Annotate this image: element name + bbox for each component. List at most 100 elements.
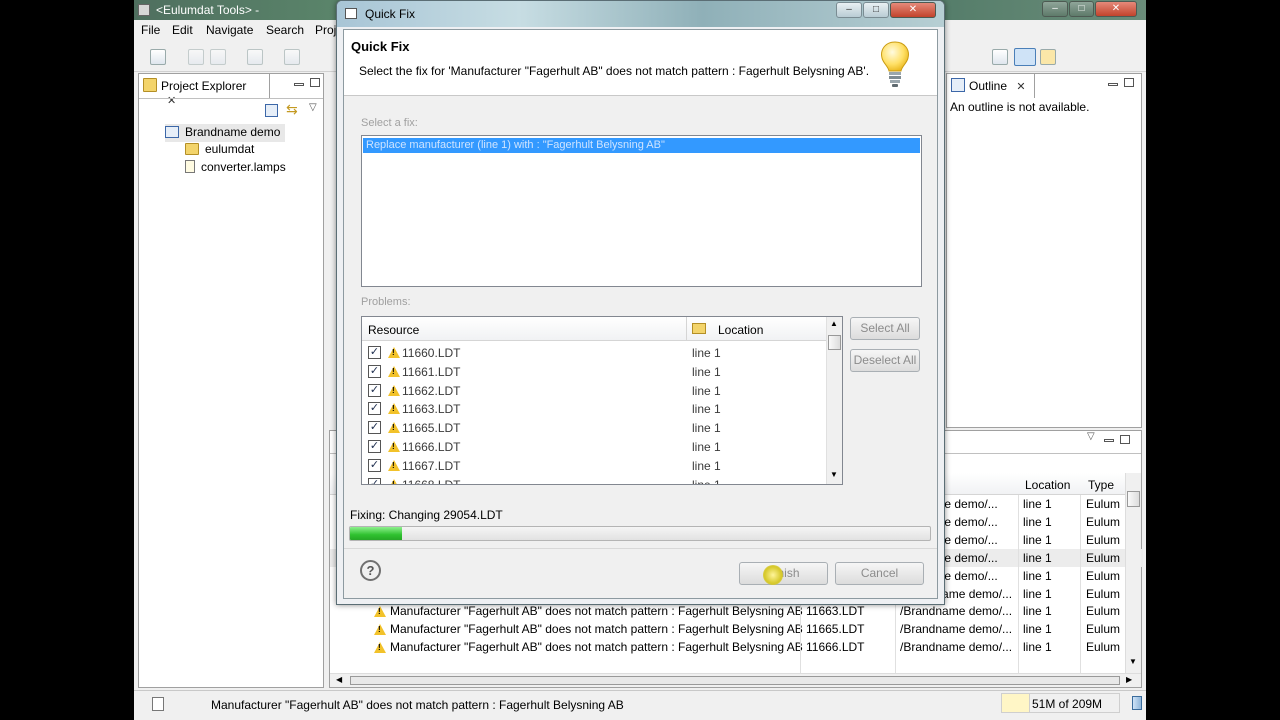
problem-list-row[interactable]: Manufacturer "Fagerhult AB" does not mat… <box>330 620 1143 638</box>
eulumdat-perspective-icon[interactable] <box>1040 49 1056 65</box>
minimize-view-icon[interactable] <box>1108 83 1118 86</box>
problems-table-scrollbar[interactable]: ▲ ▼ <box>826 317 842 484</box>
header-location[interactable]: Location <box>718 323 763 337</box>
menu-project[interactable]: Proj <box>315 23 336 37</box>
close-button[interactable]: ✕ <box>1095 1 1137 17</box>
maximize-view-icon[interactable] <box>310 78 320 87</box>
select-all-button[interactable]: Select All <box>850 317 920 340</box>
header-location[interactable]: Location <box>1025 478 1070 492</box>
finish-button[interactable]: Finish <box>739 562 828 585</box>
print-icon[interactable] <box>210 49 226 65</box>
deselect-all-button[interactable]: Deselect All <box>850 349 920 372</box>
scroll-thumb[interactable] <box>828 335 841 350</box>
maximize-button[interactable]: □ <box>1069 1 1094 17</box>
status-bar: Manufacturer "Fagerhult AB" does not mat… <box>134 690 1146 720</box>
navigate-back-icon[interactable] <box>247 49 263 65</box>
tree-item-folder[interactable]: eulumdat <box>185 142 254 156</box>
view-menu-icon[interactable]: ▽ <box>1087 431 1095 442</box>
scroll-thumb[interactable] <box>350 676 1120 685</box>
dialog-heading: Quick Fix <box>351 39 410 54</box>
problem-checkbox[interactable]: ✓ <box>368 421 381 435</box>
maximize-view-icon[interactable] <box>1120 435 1130 444</box>
warning-icon <box>388 440 400 454</box>
problem-checkbox[interactable]: ✓ <box>368 364 381 378</box>
divider <box>344 548 937 549</box>
problem-row[interactable]: ✓ 11662.LDT line 1 <box>362 381 827 400</box>
new-wizard-icon[interactable] <box>150 49 166 65</box>
problems-table: Resource Location ✓ 11660.LDT line 1 ✓ 11661… <box>361 316 843 485</box>
problem-checkbox[interactable]: ✓ <box>368 346 381 359</box>
collapse-all-icon[interactable] <box>265 104 278 117</box>
tab-outline[interactable]: Outline ✕ <box>947 74 1035 98</box>
dialog-close-button[interactable]: ✕ <box>890 2 936 18</box>
problem-resource: 11663.LDT <box>402 402 461 417</box>
dialog-icon <box>345 8 357 19</box>
mouse-cursor-highlight <box>763 565 783 585</box>
header-type[interactable]: Type <box>1088 478 1114 492</box>
scroll-down-icon[interactable]: ▼ <box>1129 657 1137 666</box>
problem-row[interactable]: ✓ 11661.LDT line 1 <box>362 362 827 381</box>
folder-icon <box>692 323 706 334</box>
help-icon[interactable]: ? <box>360 560 381 581</box>
fix-list[interactable]: Replace manufacturer (line 1) with : "Fa… <box>361 135 922 287</box>
navigate-forward-icon[interactable] <box>284 49 300 65</box>
problem-type: Eulum <box>1086 586 1121 601</box>
progress-fill <box>350 527 403 540</box>
resource-perspective-icon[interactable] <box>1014 48 1036 66</box>
tab-project-explorer[interactable]: Project Explorer ✕ <box>139 74 270 107</box>
close-icon[interactable]: ✕ <box>1016 81 1025 93</box>
problem-row[interactable]: ✓ 11660.LDT line 1 <box>362 343 827 362</box>
problem-checkbox[interactable]: ✓ <box>368 477 381 484</box>
tree-item-file[interactable]: converter.lamps <box>185 160 286 174</box>
problem-location: line 1 <box>692 477 721 485</box>
dialog-maximize-button[interactable]: □ <box>863 2 889 18</box>
problem-list-row[interactable]: Manufacturer "Fagerhult AB" does not mat… <box>330 602 1143 620</box>
view-menu-icon[interactable]: ▽ <box>309 102 317 113</box>
minimize-view-icon[interactable] <box>294 83 304 86</box>
close-icon[interactable]: ✕ <box>167 95 176 107</box>
problem-checkbox[interactable]: ✓ <box>368 402 381 416</box>
trash-icon[interactable] <box>1132 696 1142 710</box>
problem-row[interactable]: ✓ 11665.LDT line 1 <box>362 418 827 437</box>
problem-list-row[interactable]: Manufacturer "Fagerhult AB" does not mat… <box>330 638 1143 656</box>
tree-item-project[interactable]: Brandname demo <box>165 124 285 142</box>
lightbulb-icon <box>881 41 909 87</box>
scroll-up-icon[interactable]: ▲ <box>830 319 838 328</box>
open-perspective-icon[interactable] <box>992 49 1008 65</box>
problem-checkbox[interactable]: ✓ <box>368 458 381 472</box>
scroll-right-icon[interactable]: ▶ <box>1126 675 1132 684</box>
problems-vertical-scrollbar[interactable]: ▼ <box>1125 473 1141 673</box>
menu-navigate[interactable]: Navigate <box>206 23 253 37</box>
problem-row[interactable]: ✓ 11663.LDT line 1 <box>362 399 827 418</box>
problem-resource: 11660.LDT <box>402 346 461 360</box>
scroll-thumb[interactable] <box>1127 491 1140 507</box>
menu-search[interactable]: Search <box>266 23 304 37</box>
tree-item-label: Brandname demo <box>185 125 281 139</box>
minimize-view-icon[interactable] <box>1104 439 1114 442</box>
problem-type: Eulum <box>1086 550 1121 565</box>
scroll-left-icon[interactable]: ◀ <box>336 675 342 684</box>
problem-row[interactable]: ✓ 11666.LDT line 1 <box>362 437 827 456</box>
problem-type: Eulum <box>1086 622 1121 637</box>
problem-location: line 1 <box>1023 586 1052 601</box>
problem-checkbox[interactable]: ✓ <box>368 383 381 397</box>
maximize-view-icon[interactable] <box>1124 78 1134 87</box>
problem-checkbox[interactable]: ✓ <box>368 440 381 453</box>
problem-row[interactable]: ✓ 11667.LDT line 1 <box>362 456 827 475</box>
quick-fix-dialog: Quick Fix – □ ✕ Quick Fix Select the fix… <box>336 0 945 605</box>
scroll-down-icon[interactable]: ▼ <box>830 470 838 479</box>
minimize-button[interactable]: – <box>1042 1 1068 17</box>
app-icon <box>138 4 150 16</box>
menu-file[interactable]: File <box>141 23 160 37</box>
dialog-minimize-button[interactable]: – <box>836 2 862 18</box>
menu-edit[interactable]: Edit <box>172 23 193 37</box>
fix-list-item[interactable]: Replace manufacturer (line 1) with : "Fa… <box>363 138 920 153</box>
save-icon[interactable] <box>188 49 204 65</box>
header-resource[interactable]: Resource <box>368 323 419 337</box>
problems-horizontal-scrollbar[interactable]: ◀ ▶ <box>330 673 1141 687</box>
problem-row[interactable]: ✓ 11668.LDT line 1 <box>362 475 827 485</box>
problem-resource: 11661.LDT <box>402 364 461 379</box>
link-with-editor-icon[interactable]: ⇆ <box>286 102 301 117</box>
fast-view-icon[interactable] <box>152 697 164 711</box>
cancel-button[interactable]: Cancel <box>835 562 924 585</box>
